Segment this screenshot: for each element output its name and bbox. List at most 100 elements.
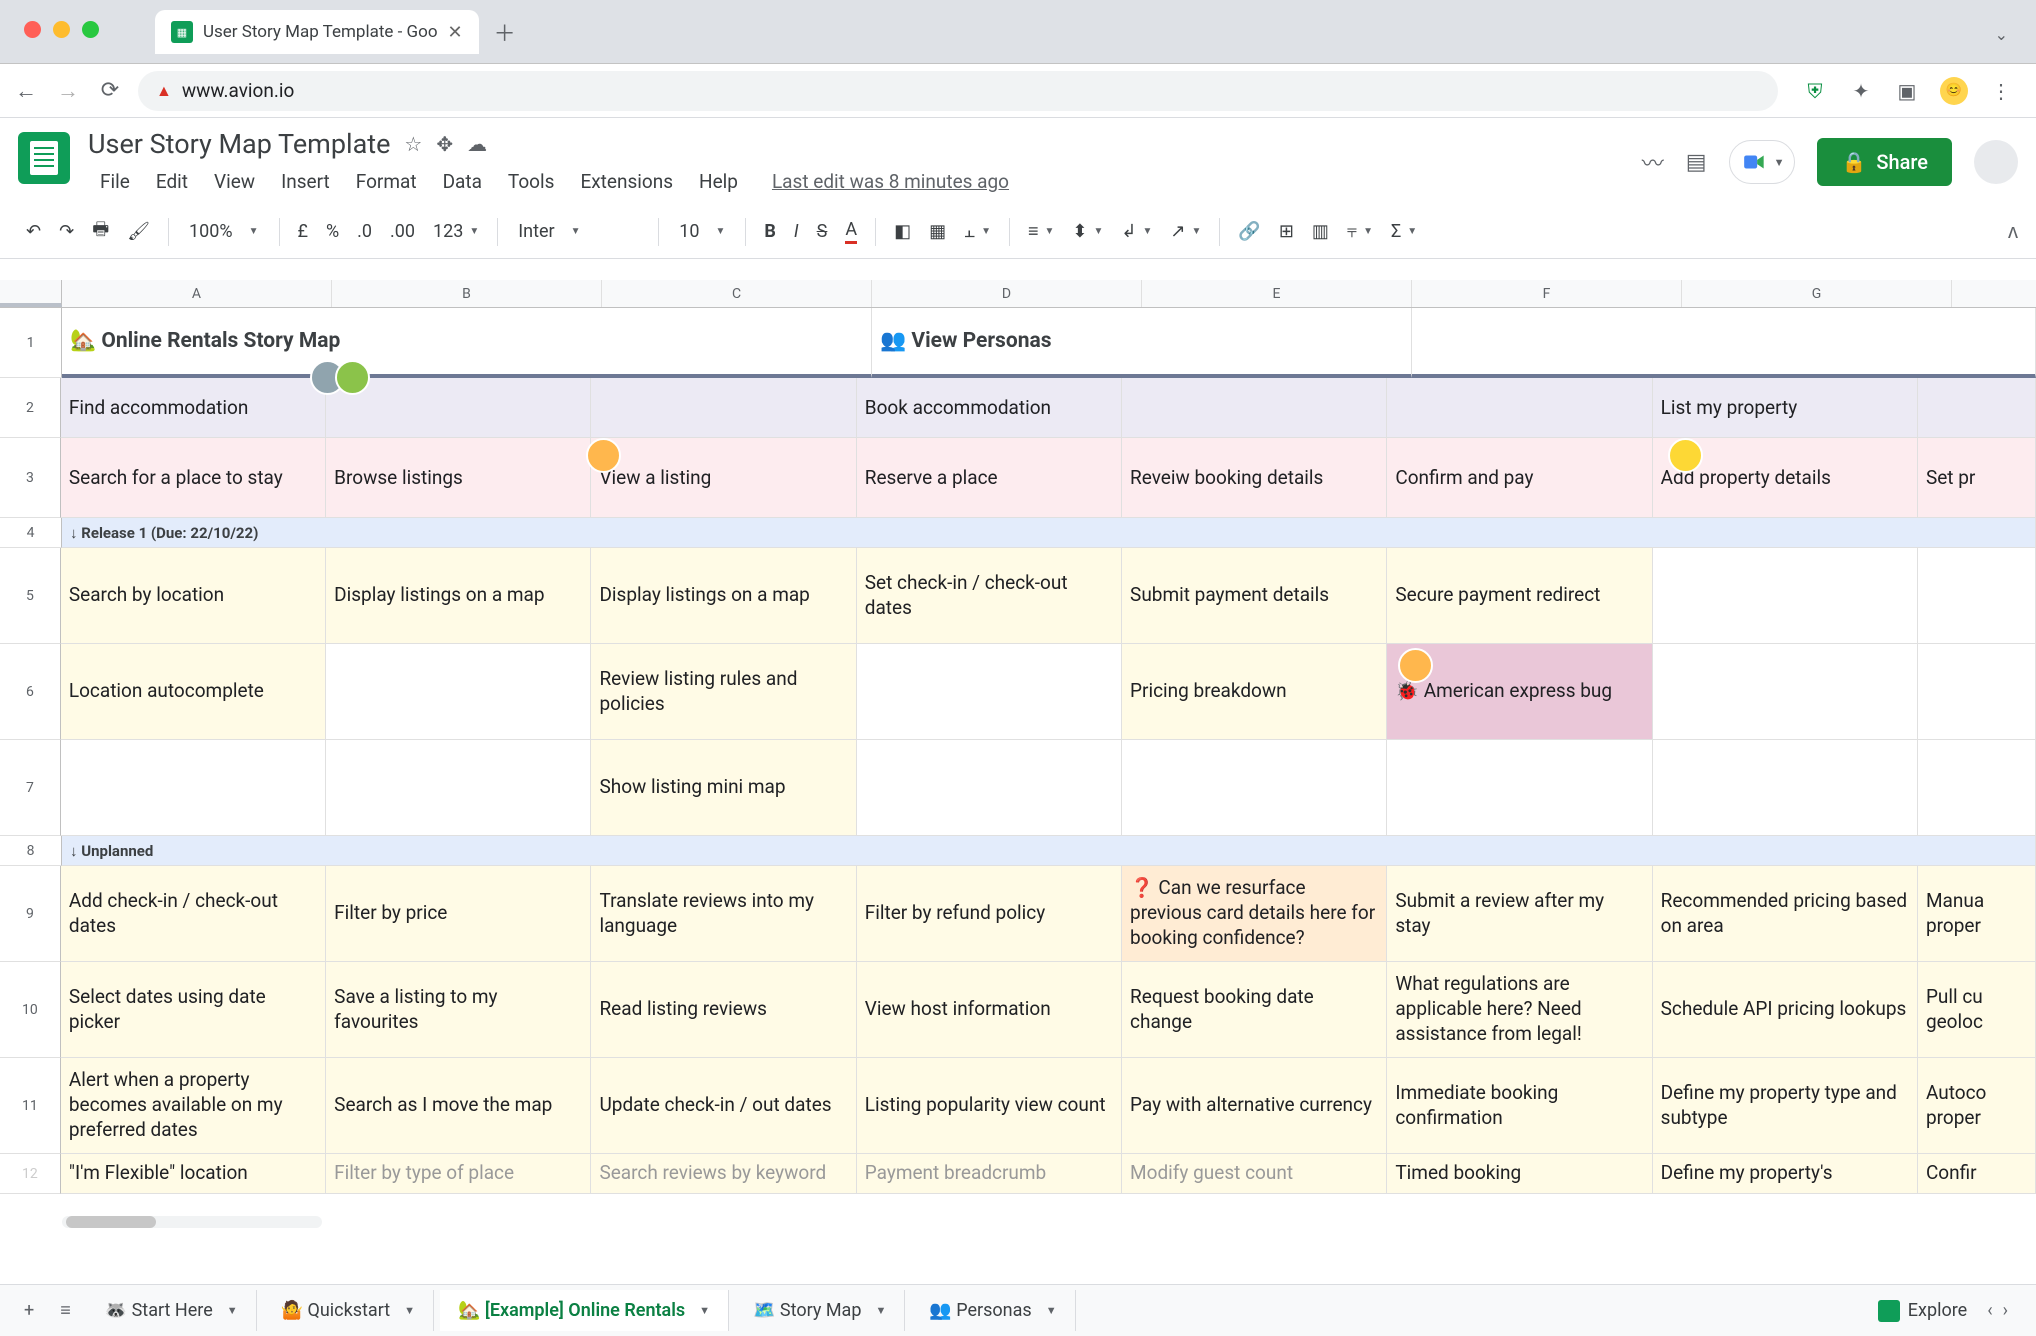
- add-sheet-button[interactable]: +: [14, 1292, 44, 1329]
- story-cell[interactable]: [1653, 740, 1918, 836]
- collapse-toolbar-icon[interactable]: ʌ: [2008, 219, 2018, 244]
- row-head-10[interactable]: 10: [0, 962, 61, 1058]
- story-cell[interactable]: "I'm Flexible" location: [61, 1154, 326, 1194]
- story-cell[interactable]: Location autocomplete: [61, 644, 326, 740]
- profile-avatar-icon[interactable]: 😊: [1940, 77, 1968, 105]
- window-maximize[interactable]: [82, 21, 99, 38]
- last-edit-link[interactable]: Last edit was 8 minutes ago: [772, 170, 1009, 193]
- story-cell[interactable]: [326, 740, 591, 836]
- more-formats-button[interactable]: 123 ▼: [425, 215, 487, 248]
- sheet-tab-quickstart[interactable]: 🤷 Quickstart▼: [263, 1290, 434, 1331]
- borders-button[interactable]: ▦: [921, 215, 954, 248]
- extensions-icon[interactable]: ✦: [1848, 78, 1874, 104]
- url-field[interactable]: ▲ www.avion.io: [138, 71, 1778, 111]
- sheet-tab-example-rentals[interactable]: 🏡 [Example] Online Rentals▼: [440, 1290, 729, 1331]
- user-avatar[interactable]: [1974, 140, 2018, 184]
- story-cell[interactable]: Submit payment details: [1122, 548, 1387, 644]
- story-cell[interactable]: Translate reviews into my language: [591, 866, 856, 962]
- menu-insert[interactable]: Insert: [269, 166, 342, 197]
- undo-button[interactable]: ↶: [18, 215, 49, 248]
- sheet-tab-personas[interactable]: 👥 Personas▼: [911, 1290, 1075, 1331]
- row-head-12[interactable]: 12: [0, 1154, 61, 1194]
- story-cell[interactable]: [857, 644, 1122, 740]
- forward-button[interactable]: →: [54, 78, 82, 104]
- story-cell[interactable]: Pricing breakdown: [1122, 644, 1387, 740]
- story-cell[interactable]: [1653, 644, 1918, 740]
- row-head-4[interactable]: 4: [0, 518, 62, 548]
- story-cell[interactable]: Set check-in / check-out dates: [857, 548, 1122, 644]
- menu-help[interactable]: Help: [687, 166, 750, 197]
- tab-close-icon[interactable]: ✕: [448, 22, 463, 43]
- col-head-d[interactable]: D: [872, 280, 1142, 307]
- comment-button[interactable]: ⊞: [1271, 215, 1302, 248]
- new-tab-button[interactable]: ＋: [487, 14, 523, 50]
- window-expand-icon[interactable]: ⌄: [1995, 25, 2008, 54]
- font-select[interactable]: Inter▼: [508, 217, 648, 246]
- story-cell[interactable]: Payment breadcrumb: [857, 1154, 1122, 1194]
- story-cell[interactable]: Schedule API pricing lookups: [1653, 962, 1918, 1058]
- col-head-a[interactable]: A: [62, 280, 332, 307]
- story-cell-question[interactable]: ❓ Can we resurface previous card details…: [1122, 866, 1387, 962]
- horizontal-scrollbar[interactable]: [62, 1216, 322, 1228]
- functions-button[interactable]: Σ ▼: [1383, 215, 1425, 248]
- font-size-select[interactable]: 10▼: [669, 217, 735, 246]
- row-head-8[interactable]: 8: [0, 836, 62, 866]
- side-panel-icon[interactable]: ▣: [1894, 78, 1920, 104]
- story-cell[interactable]: Timed booking: [1387, 1154, 1652, 1194]
- strikethrough-button[interactable]: S: [809, 215, 836, 248]
- story-cell[interactable]: Search reviews by keyword: [591, 1154, 856, 1194]
- back-button[interactable]: ←: [12, 78, 40, 104]
- story-cell[interactable]: Autoco proper: [1918, 1058, 2036, 1154]
- story-cell[interactable]: [1122, 740, 1387, 836]
- merge-button[interactable]: ⫠ ▼: [956, 215, 999, 248]
- row-head-11[interactable]: 11: [0, 1058, 61, 1154]
- print-button[interactable]: 🖶: [84, 211, 117, 253]
- story-cell[interactable]: Filter by price: [326, 866, 591, 962]
- meet-button[interactable]: ▼: [1729, 140, 1796, 184]
- comments-icon[interactable]: ▤: [1686, 150, 1707, 175]
- story-map-title[interactable]: 🏡 Online Rentals Story Map: [62, 308, 872, 378]
- menu-extensions[interactable]: Extensions: [568, 166, 685, 197]
- activity-cell[interactable]: View a listing: [591, 438, 856, 518]
- decrease-decimal-button[interactable]: .0: [349, 215, 380, 248]
- browser-tab[interactable]: ▦ User Story Map Template - Goo ✕: [155, 10, 479, 54]
- col-head-c[interactable]: C: [602, 280, 872, 307]
- story-cell[interactable]: Define my property type and subtype: [1653, 1058, 1918, 1154]
- activity-cell[interactable]: Search for a place to stay: [61, 438, 326, 518]
- text-color-button[interactable]: A: [837, 213, 865, 250]
- activity-icon[interactable]: 〰: [1642, 146, 1664, 178]
- row-head-2[interactable]: 2: [0, 378, 61, 438]
- story-cell[interactable]: [1918, 644, 2036, 740]
- goal-cell[interactable]: Find accommodation: [61, 378, 326, 438]
- story-cell[interactable]: Search by location: [61, 548, 326, 644]
- story-cell[interactable]: [61, 740, 326, 836]
- col-head-b[interactable]: B: [332, 280, 602, 307]
- activity-cell[interactable]: Set pr: [1918, 438, 2036, 518]
- row-head-3[interactable]: 3: [0, 438, 61, 518]
- view-personas-link[interactable]: 👥 View Personas: [872, 308, 1412, 378]
- col-head-g[interactable]: G: [1682, 280, 1952, 307]
- story-cell[interactable]: Recommended pricing based on area: [1653, 866, 1918, 962]
- story-cell[interactable]: [1387, 740, 1652, 836]
- story-cell[interactable]: View host information: [857, 962, 1122, 1058]
- story-cell[interactable]: Display listings on a map: [326, 548, 591, 644]
- share-button[interactable]: 🔒 Share: [1817, 138, 1952, 186]
- increase-decimal-button[interactable]: .00: [382, 215, 423, 248]
- browser-menu-icon[interactable]: ⋮: [1988, 78, 2014, 104]
- col-head-f[interactable]: F: [1412, 280, 1682, 307]
- story-cell[interactable]: Display listings on a map: [591, 548, 856, 644]
- goal-cell[interactable]: List my property: [1653, 378, 1918, 438]
- story-cell[interactable]: Alert when a property becomes available …: [61, 1058, 326, 1154]
- menu-view[interactable]: View: [202, 166, 267, 197]
- zoom-select[interactable]: 100%▼: [179, 217, 268, 246]
- menu-tools[interactable]: Tools: [496, 166, 567, 197]
- story-cell[interactable]: [326, 644, 591, 740]
- menu-file[interactable]: File: [88, 166, 142, 197]
- activity-cell[interactable]: Confirm and pay: [1387, 438, 1652, 518]
- menu-data[interactable]: Data: [431, 166, 494, 197]
- activity-cell[interactable]: Reveiw booking details: [1122, 438, 1387, 518]
- menu-edit[interactable]: Edit: [144, 166, 200, 197]
- redo-button[interactable]: ↷: [51, 215, 82, 248]
- story-cell[interactable]: Select dates using date picker: [61, 962, 326, 1058]
- story-cell[interactable]: Read listing reviews: [591, 962, 856, 1058]
